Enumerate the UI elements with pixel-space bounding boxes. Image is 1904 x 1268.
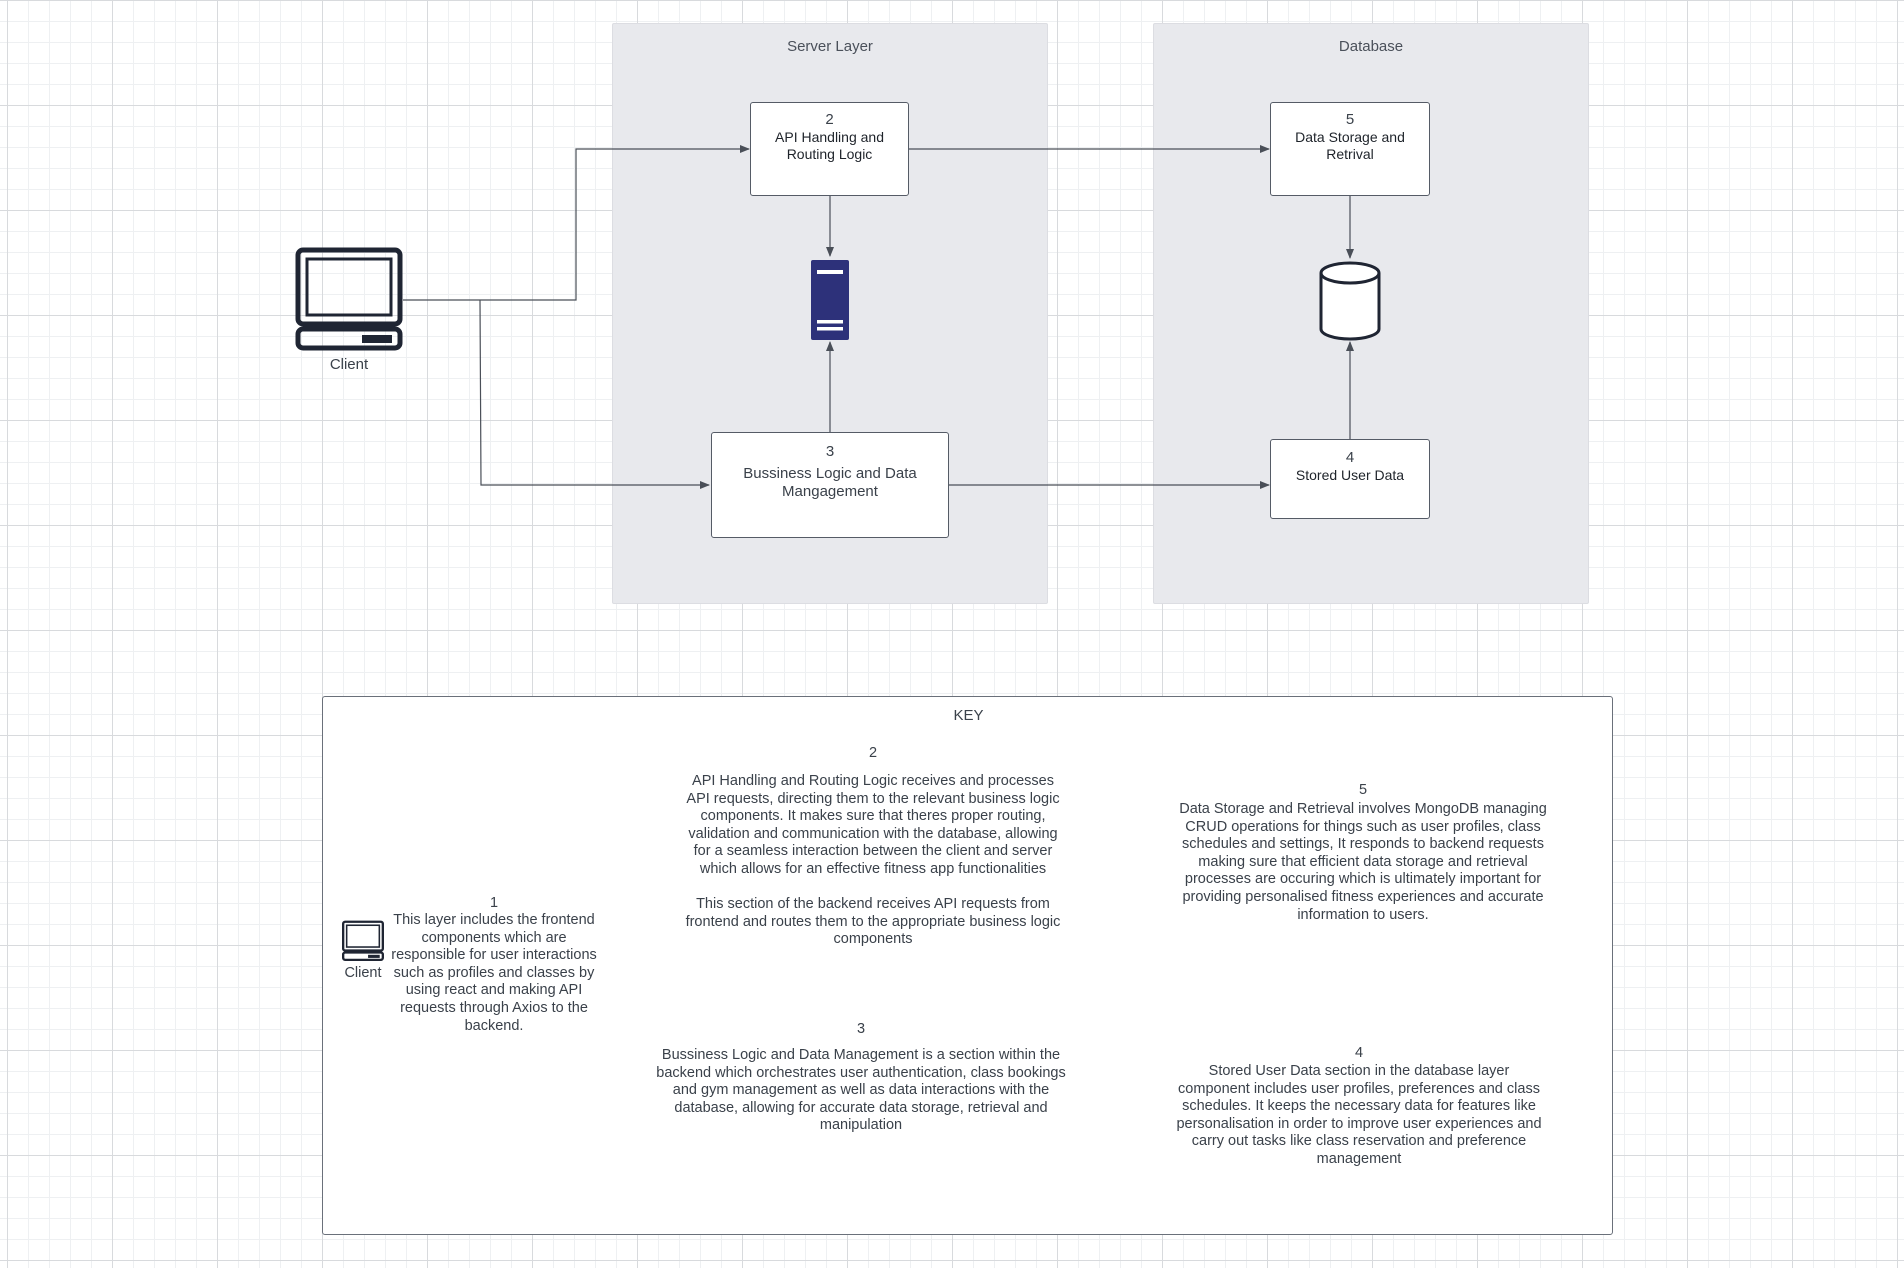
client-node[interactable]: [295, 247, 403, 352]
key-api-number: 2: [868, 745, 878, 761]
business-number: 3: [825, 443, 835, 460]
key-client-node: [342, 920, 384, 962]
business-label: Bussiness Logic and Data Mangagement: [743, 465, 917, 500]
key-stored-text: Stored User Data section in the database…: [1176, 1063, 1542, 1167]
storage-label: Data Storage and Retrival: [1295, 129, 1405, 162]
data-storage-box[interactable]: 5 Data Storage and Retrival: [1270, 102, 1430, 196]
key-storage-number: 5: [1358, 782, 1368, 798]
stored-user-data-box[interactable]: 4 Stored User Data: [1270, 439, 1430, 519]
database-title: Database: [1338, 38, 1404, 55]
api-number: 2: [825, 111, 834, 128]
laptop-icon: [295, 247, 403, 351]
database-node[interactable]: [1318, 260, 1382, 342]
storage-number: 5: [1345, 111, 1355, 128]
key-api-text: API Handling and Routing Logic receives …: [685, 773, 1061, 948]
key-client-number: 1: [489, 895, 499, 911]
stored-number: 4: [1345, 449, 1355, 466]
business-logic-box[interactable]: 3 Bussiness Logic and Data Mangagement: [711, 432, 949, 538]
key-title: KEY: [953, 707, 984, 724]
laptop-icon: [342, 920, 384, 962]
api-label: API Handling and Routing Logic: [775, 129, 884, 162]
server-node[interactable]: [811, 260, 849, 340]
server-icon: [811, 260, 849, 340]
api-handling-box[interactable]: 2 API Handling and Routing Logic: [750, 102, 909, 196]
key-stored-number: 4: [1354, 1045, 1364, 1061]
key-business-number: 3: [856, 1021, 866, 1037]
key-storage-text: Data Storage and Retrieval involves Mong…: [1179, 801, 1547, 923]
database-cylinder-icon: [1319, 261, 1381, 341]
server-layer-title: Server Layer: [787, 38, 873, 55]
key-panel[interactable]: KEY Client 1 This layer includes the fro…: [322, 696, 1613, 1235]
key-business-text: Bussiness Logic and Data Management is a…: [656, 1047, 1066, 1134]
key-client-text: This layer includes the frontend compone…: [391, 912, 597, 1034]
client-caption: Client: [329, 356, 369, 373]
stored-label: Stored User Data: [1295, 467, 1405, 483]
